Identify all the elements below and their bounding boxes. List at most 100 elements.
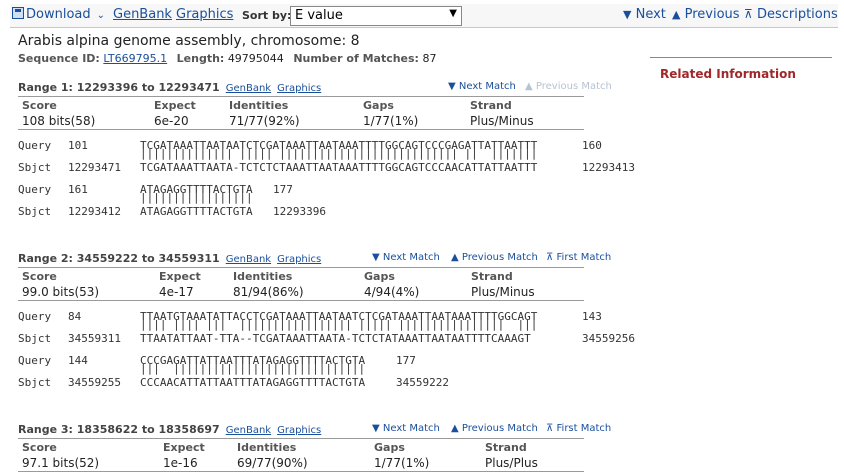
score-value: 99.0 bits(53) — [22, 285, 100, 299]
range-1: Range 1: 12293396 to 12293471 GenBank Grap… — [18, 81, 638, 221]
first-match-link[interactable]: ⊼ First Match — [546, 423, 611, 434]
sbjct-label: Sbjct — [18, 161, 52, 174]
range-title-text: Range 3: 18358622 to 18358697 — [18, 423, 220, 436]
matches-value: 87 — [422, 52, 437, 65]
range-graphics-link[interactable]: Graphics — [277, 83, 321, 94]
triangle-up-icon: ▲ — [451, 252, 459, 263]
stats-top-rule — [18, 438, 584, 439]
range-title-text: Range 2: 34559222 to 34559311 — [18, 252, 220, 265]
query-end: 177 — [396, 354, 416, 367]
alignment-bars: |||||||||||||| ||||| |||||||||||||||||||… — [140, 147, 538, 160]
identities-value: 81/94(86%) — [233, 285, 304, 299]
range-genbank-link[interactable]: GenBank — [226, 83, 271, 94]
triangle-down-icon: ▼ — [623, 8, 632, 21]
go-to-top-icon: ⊼ — [744, 7, 753, 21]
sbjct-end: 34559256 — [582, 332, 635, 345]
sbjct-sequence: CCCAACATTATTAATTTATAGAGGTTTTACTGTA — [140, 376, 366, 389]
first-match-label: First Match — [556, 423, 612, 434]
range-genbank-link[interactable]: GenBank — [226, 425, 271, 436]
alignment-bars: ||||||||||||||||| — [140, 191, 253, 204]
query-end: 143 — [582, 310, 602, 323]
score-header: Score — [22, 441, 57, 454]
sbjct-sequence: TCGATAAATTAATA-TCTCTCTAAATTAATAAATTTTGGC… — [140, 161, 538, 174]
next-button[interactable]: ▼ Next — [623, 7, 666, 22]
previous-match-label: Previous Match — [461, 423, 538, 434]
next-match-label: Next Match — [382, 252, 440, 263]
next-match-link[interactable]: ▼ Next Match — [372, 252, 440, 263]
range-graphics-link[interactable]: Graphics — [277, 425, 321, 436]
expect-value: 1e-16 — [163, 456, 198, 470]
strand-header: Strand — [471, 270, 513, 283]
genbank-link[interactable]: GenBank — [113, 7, 172, 22]
range-title: Range 2: 34559222 to 34559311 GenBank Grap… — [18, 252, 321, 265]
sbjct-end: 12293413 — [582, 161, 635, 174]
previous-match-label: Previous Match — [535, 81, 612, 92]
descriptions-button[interactable]: ⊼ Descriptions — [744, 7, 838, 22]
previous-match-link: ▲ Previous Match — [525, 81, 612, 92]
sequence-id-link[interactable]: LT669795.1 — [103, 52, 167, 65]
gaps-value: 1/77(1%) — [363, 114, 419, 128]
previous-match-label: Previous Match — [461, 252, 538, 263]
length-label: Length: — [176, 52, 225, 65]
query-label: Query — [18, 183, 52, 196]
gaps-value: 4/94(4%) — [364, 285, 420, 299]
triangle-up-icon: ▲ — [672, 8, 681, 21]
identities-value: 71/77(92%) — [229, 114, 300, 128]
range-graphics-link[interactable]: Graphics — [277, 254, 321, 265]
next-match-link[interactable]: ▼ Next Match — [372, 423, 440, 434]
graphics-link[interactable]: Graphics — [176, 7, 233, 22]
first-match-link[interactable]: ⊼ First Match — [546, 252, 611, 263]
matches-label: Number of Matches: — [293, 52, 419, 65]
sbjct-end: 34559222 — [396, 376, 449, 389]
select-arrow-icon: ▼ — [449, 8, 457, 19]
sort-by-select[interactable]: E value ▼ — [290, 6, 462, 26]
query-label: Query — [18, 310, 52, 323]
previous-match-link[interactable]: ▲ Previous Match — [451, 423, 538, 434]
identities-header: Identities — [233, 270, 293, 283]
score-header: Score — [22, 99, 57, 112]
sbjct-label: Sbjct — [18, 332, 52, 345]
first-match-label: First Match — [556, 252, 612, 263]
sbjct-label: Sbjct — [18, 376, 52, 389]
sbjct-start: 12293471 — [68, 161, 121, 174]
stats-top-rule — [18, 267, 584, 268]
triangle-up-icon: ▲ — [525, 81, 533, 92]
identities-header: Identities — [229, 99, 289, 112]
range-title: Range 1: 12293396 to 12293471 GenBank Grap… — [18, 81, 321, 94]
triangle-down-icon: ▼ — [372, 252, 380, 263]
previous-match-link[interactable]: ▲ Previous Match — [451, 252, 538, 263]
chevron-down-icon: ⌄ — [96, 10, 106, 21]
sequence-info: Sequence ID: LT669795.1 Length: 49795044… — [18, 52, 436, 65]
previous-button[interactable]: ▲ Previous — [672, 7, 740, 22]
strand-value: Plus/Minus — [470, 114, 534, 128]
sbjct-sequence: ATAGAGGTTTTACTGTA — [140, 205, 253, 218]
subject-title: Arabis alpina genome assembly, chromosom… — [18, 33, 360, 49]
range-3: Range 3: 18358622 to 18358697 GenBank Grap… — [18, 423, 638, 475]
download-button[interactable]: Download ⌄ — [12, 7, 105, 22]
next-match-label: Next Match — [382, 423, 440, 434]
score-value: 97.1 bits(52) — [22, 456, 100, 470]
query-start: 161 — [68, 183, 88, 196]
stats-top-rule — [18, 96, 584, 97]
descriptions-label: Descriptions — [756, 7, 838, 22]
sbjct-start: 34559311 — [68, 332, 121, 345]
gaps-header: Gaps — [363, 99, 394, 112]
triangle-down-icon: ▼ — [372, 423, 380, 434]
results-toolbar: Download ⌄ GenBank Graphics Sort by: E va… — [10, 4, 838, 28]
go-to-top-icon: ⊼ — [546, 423, 554, 434]
stats-bottom-rule — [18, 300, 584, 301]
sequence-id-label: Sequence ID: — [18, 52, 100, 65]
sbjct-label: Sbjct — [18, 205, 52, 218]
download-label: Download — [26, 7, 91, 22]
strand-header: Strand — [470, 99, 512, 112]
query-label: Query — [18, 139, 52, 152]
stats-bottom-rule — [18, 471, 584, 472]
score-header: Score — [22, 270, 57, 283]
sort-by-label: Sort by: — [242, 9, 292, 22]
next-match-label: Next Match — [458, 81, 516, 92]
related-divider — [650, 57, 832, 58]
next-match-link[interactable]: ▼ Next Match — [448, 81, 516, 92]
query-start: 144 — [68, 354, 88, 367]
strand-value: Plus/Plus — [485, 456, 538, 470]
range-genbank-link[interactable]: GenBank — [226, 254, 271, 265]
